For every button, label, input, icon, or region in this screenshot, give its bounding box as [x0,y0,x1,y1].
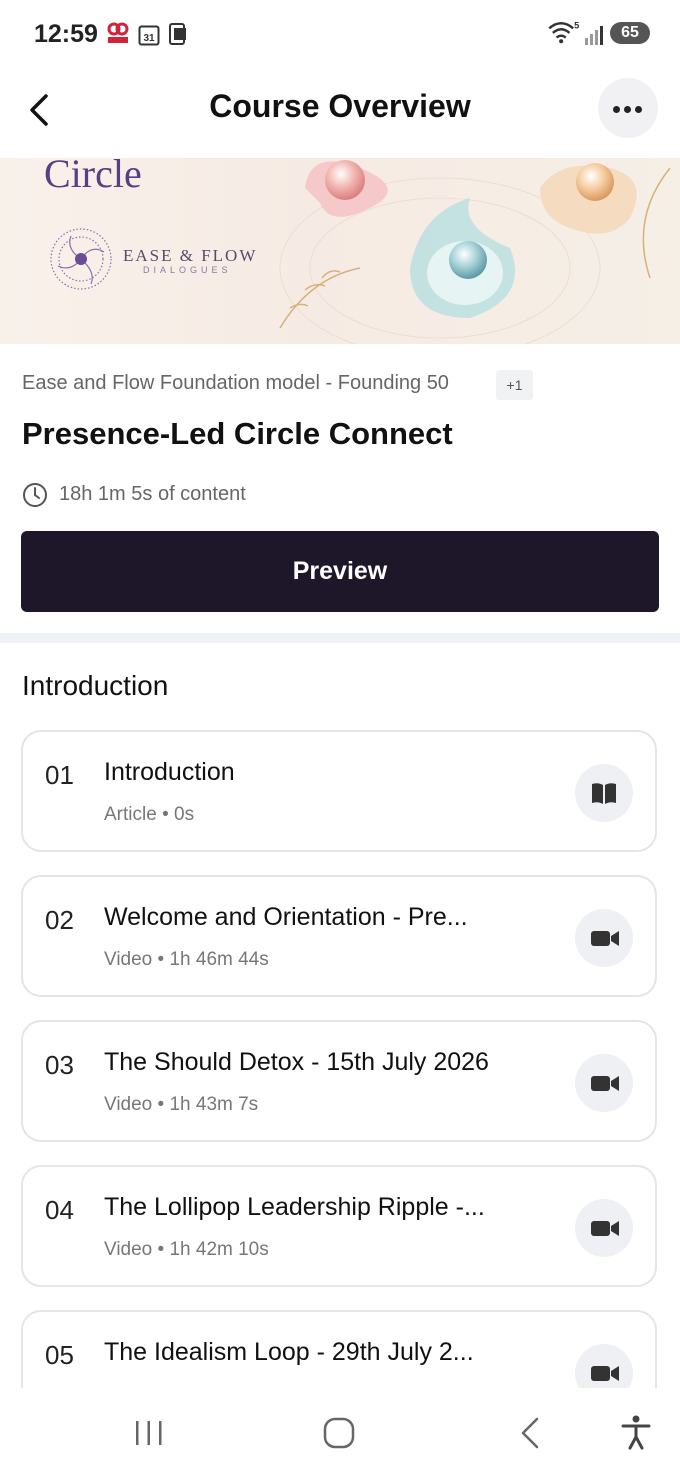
signal-icon [585,26,603,45]
hood-app-icon [107,22,129,43]
banner-heading: Circle [44,158,142,196]
lesson-number: 03 [45,1050,74,1080]
svg-text:5: 5 [574,20,579,30]
calendar-icon: 31 [138,25,160,46]
battery-level: 65 [621,24,639,41]
back-icon[interactable] [505,1408,555,1458]
lesson-item[interactable]: 02 Welcome and Orientation - Pre... Vide… [21,875,657,997]
lesson-meta: Video • 1h 46m 44s [104,949,269,970]
video-camera-icon[interactable] [575,1199,633,1257]
extra-categories-badge[interactable]: +1 [496,370,533,400]
more-dots-icon [613,106,620,113]
battery-icon: 65 [610,22,650,44]
lesson-meta: Video • 1h 42m 10s [104,1239,269,1260]
lesson-number: 04 [45,1195,74,1225]
top-bar: Course Overview [0,68,680,159]
lesson-number: 02 [45,905,74,935]
preview-button[interactable]: Preview [21,531,659,612]
lesson-meta: Article • 0s [104,804,195,825]
course-duration: 18h 1m 5s of content [59,483,246,505]
lesson-title: The Lollipop Leadership Ripple -... [104,1193,485,1221]
system-nav-bar [0,1388,680,1473]
lesson-item[interactable]: 03 The Should Detox - 15th July 2026 Vid… [21,1020,657,1142]
home-icon[interactable] [314,1408,364,1458]
page-title: Course Overview [209,88,471,124]
lesson-title: The Should Detox - 15th July 2026 [104,1048,489,1076]
device-icon [169,23,186,45]
lesson-item[interactable]: 04 The Lollipop Leadership Ripple -... V… [21,1165,657,1287]
section-divider [0,633,680,643]
course-category: Ease and Flow Foundation model - Foundin… [22,372,449,394]
recent-apps-icon[interactable] [124,1408,174,1458]
banner-artwork [279,160,671,344]
brand-name: EASE & FLOW [123,246,258,265]
more-options-button[interactable] [598,78,658,138]
status-bar: 12:59 31 5 65 [0,0,680,68]
section-title: Introduction [22,670,169,701]
video-camera-icon[interactable] [575,1054,633,1112]
brand-logo-icon [50,228,112,290]
lesson-number: 01 [45,760,74,790]
wifi-icon: 5 [548,20,579,44]
clock-icon [23,483,47,507]
lesson-title: The Idealism Loop - 29th July 2... [104,1338,474,1366]
accessibility-icon[interactable] [611,1408,661,1458]
lesson-title: Introduction [104,758,235,786]
course-banner: Circle EASE & FLOW DIALOGUES [0,158,680,344]
lesson-meta: Video • 1h 43m 7s [104,1094,259,1115]
lesson-title: Welcome and Orientation - Pre... [104,903,468,931]
lesson-number: 05 [45,1340,74,1370]
brand-subtitle: DIALOGUES [143,265,232,275]
svg-text:31: 31 [143,33,155,44]
book-icon[interactable] [575,764,633,822]
status-time: 12:59 [34,20,98,48]
lesson-item[interactable]: 01 Introduction Article • 0s [21,730,657,852]
video-camera-icon[interactable] [575,909,633,967]
course-title: Presence-Led Circle Connect [22,416,453,451]
